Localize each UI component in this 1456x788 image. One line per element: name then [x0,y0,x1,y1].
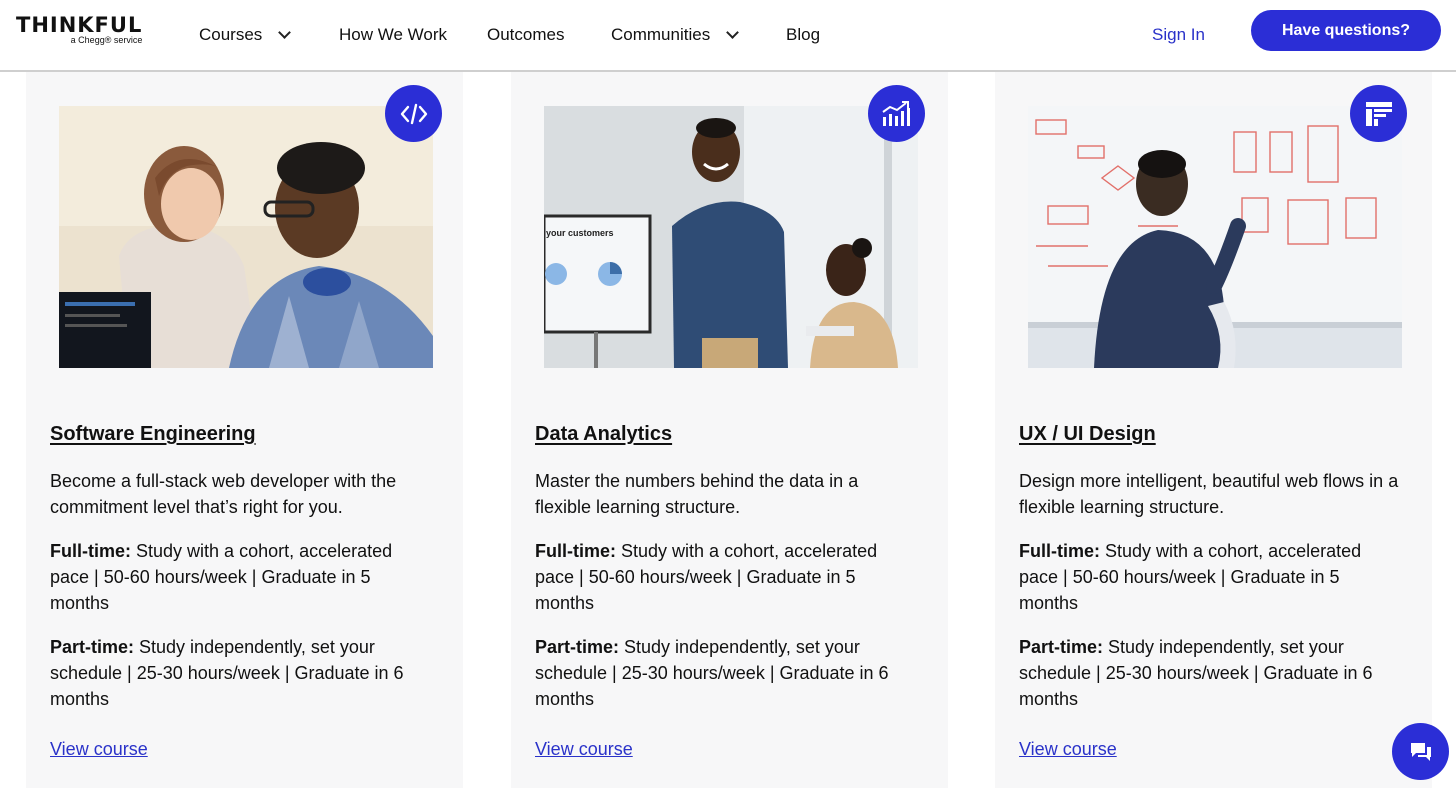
part-time-label: Part-time: [50,637,135,657]
nav-outcomes-label: Outcomes [487,25,565,44]
nav-how-we-work[interactable]: How We Work [339,0,447,70]
course-title-link[interactable]: UX / UI Design [1019,423,1156,446]
sign-in-link[interactable]: Sign In [1152,0,1205,70]
whiteboard-image [1028,106,1402,368]
full-time-info: Full-time: Study with a cohort, accelera… [50,538,430,616]
full-time-info: Full-time: Study with a cohort, accelera… [1019,538,1399,616]
course-photo-ux-ui-design [1028,106,1402,368]
part-time-info: Part-time: Study independently, set your… [50,634,430,712]
full-time-label: Full-time: [50,541,131,561]
full-time-label: Full-time: [1019,541,1100,561]
part-time-label: Part-time: [1019,637,1104,657]
nav-how-we-work-label: How We Work [339,25,448,44]
part-time-info: Part-time: Study independently, set your… [1019,634,1399,712]
code-icon-badge [385,85,442,142]
view-course-link[interactable]: View course [50,739,148,760]
part-time-info: Part-time: Study independently, set your… [535,634,915,712]
site-header: THINKFUL a Chegg® service Courses How We… [0,0,1456,72]
course-card-ux-ui-design: UX / UI Design Design more intelligent, … [995,72,1432,788]
nav-communities-label: Communities [611,25,711,44]
course-description: Design more intelligent, beautiful web f… [1019,471,1399,517]
course-card-software-engineering: Software Engineering Become a full-stack… [26,72,463,788]
view-course-link[interactable]: View course [535,739,633,760]
full-time-label: Full-time: [535,541,616,561]
nav-blog-label: Blog [786,25,821,44]
course-title-link[interactable]: Software Engineering [50,423,256,446]
thinkful-logo[interactable]: THINKFUL a Chegg® service [16,13,143,45]
course-card-data-analytics: your customers Data Analytics Master the… [511,72,948,788]
logo-subtext: a Chegg® service [70,35,143,45]
course-description: Master the numbers behind the data in a … [535,471,859,517]
nav-courses[interactable]: Courses [199,0,292,70]
course-photo-data-analytics: your customers [544,106,918,368]
course-description: Become a full-stack web developer with t… [50,471,397,517]
people-at-computer-image [59,106,433,368]
presentation-image: your customers [544,106,918,368]
bar-chart-icon [881,100,910,126]
nav-blog[interactable]: Blog [786,0,820,70]
logo-text: THINKFUL [16,13,143,37]
bar-chart-icon-badge [868,85,925,142]
nav-outcomes[interactable]: Outcomes [487,0,564,70]
nav-courses-label: Courses [199,25,263,44]
screen-text: your customers [546,228,614,238]
layout-icon [1365,101,1392,126]
part-time-label: Part-time: [535,637,620,657]
chat-button[interactable] [1392,723,1449,780]
course-title-link[interactable]: Data Analytics [535,423,672,446]
course-photo-software-engineering [59,106,433,368]
chat-icon [1410,742,1431,761]
code-icon [400,103,427,124]
view-course-link[interactable]: View course [1019,739,1117,760]
chevron-down-icon [278,26,292,39]
have-questions-button[interactable]: Have questions? [1251,10,1441,51]
layout-icon-badge [1350,85,1407,142]
full-time-info: Full-time: Study with a cohort, accelera… [535,538,915,616]
nav-communities[interactable]: Communities [611,0,740,70]
chevron-down-icon [726,26,740,39]
